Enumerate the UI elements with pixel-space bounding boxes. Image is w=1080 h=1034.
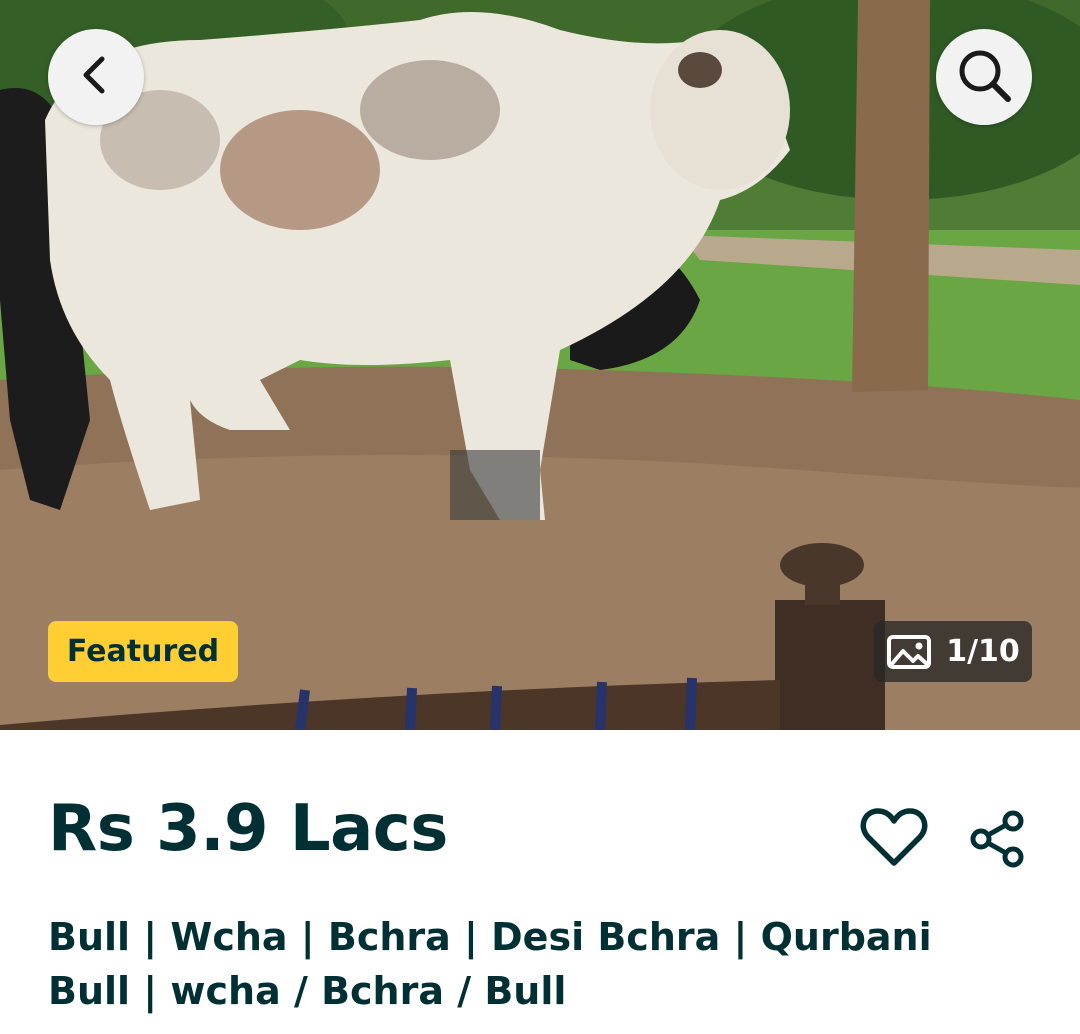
- listing-title: Bull | Wcha | Bchra | Desi Bchra | Qurba…: [48, 915, 932, 1013]
- listing-photo-gallery[interactable]: Featured 1/10: [0, 0, 1080, 730]
- image-counter[interactable]: 1/10: [874, 621, 1032, 682]
- image-icon: [886, 634, 932, 670]
- image-counter-text: 1/10: [946, 634, 1020, 669]
- share-icon: [967, 809, 1027, 873]
- listing-price: Rs 3.9 Lacs: [48, 792, 448, 866]
- favorite-button[interactable]: [858, 806, 930, 874]
- search-button[interactable]: [936, 29, 1032, 125]
- search-icon: [954, 45, 1014, 109]
- heart-icon: [860, 807, 928, 873]
- featured-badge: Featured: [48, 621, 238, 682]
- chevron-left-icon: [74, 53, 118, 101]
- share-button[interactable]: [962, 808, 1032, 874]
- back-button[interactable]: [48, 29, 144, 125]
